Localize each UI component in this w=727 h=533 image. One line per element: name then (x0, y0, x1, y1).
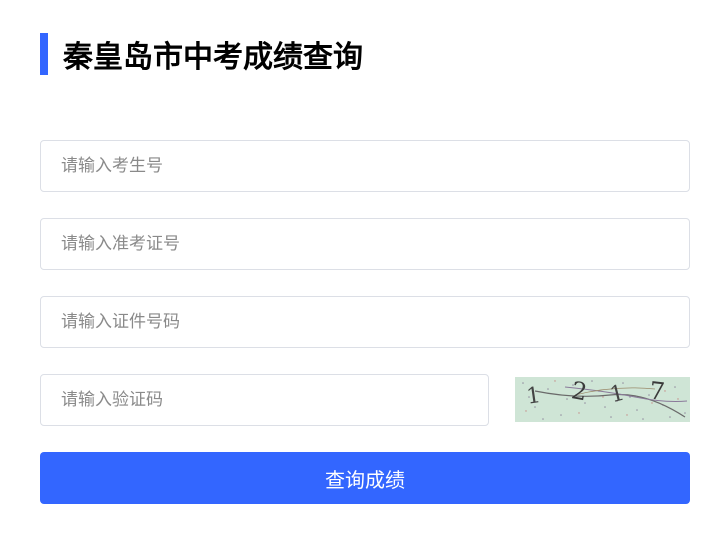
captcha-char: 7 (648, 377, 666, 406)
captcha-noise-graphic: 1 2 1 7 (522, 377, 688, 420)
id-number-input[interactable] (41, 297, 689, 347)
query-score-button[interactable]: 查询成绩 (40, 452, 690, 504)
captcha-char: 1 (525, 383, 542, 410)
page-header: 秦皇岛市中考成绩查询 (40, 33, 363, 75)
admission-ticket-field-wrapper (40, 218, 690, 270)
title-accent-bar (40, 33, 48, 75)
admission-ticket-input[interactable] (41, 219, 689, 269)
page-title: 秦皇岛市中考成绩查询 (63, 40, 363, 75)
id-number-field-wrapper (40, 296, 690, 348)
exam-number-input[interactable] (41, 141, 689, 191)
captcha-char: 1 (608, 381, 628, 409)
exam-number-field-wrapper (40, 140, 690, 192)
captcha-image[interactable]: 1 2 1 7 (515, 377, 690, 422)
captcha-char: 2 (569, 377, 589, 406)
captcha-field-wrapper (40, 374, 489, 426)
captcha-input[interactable] (41, 375, 488, 425)
